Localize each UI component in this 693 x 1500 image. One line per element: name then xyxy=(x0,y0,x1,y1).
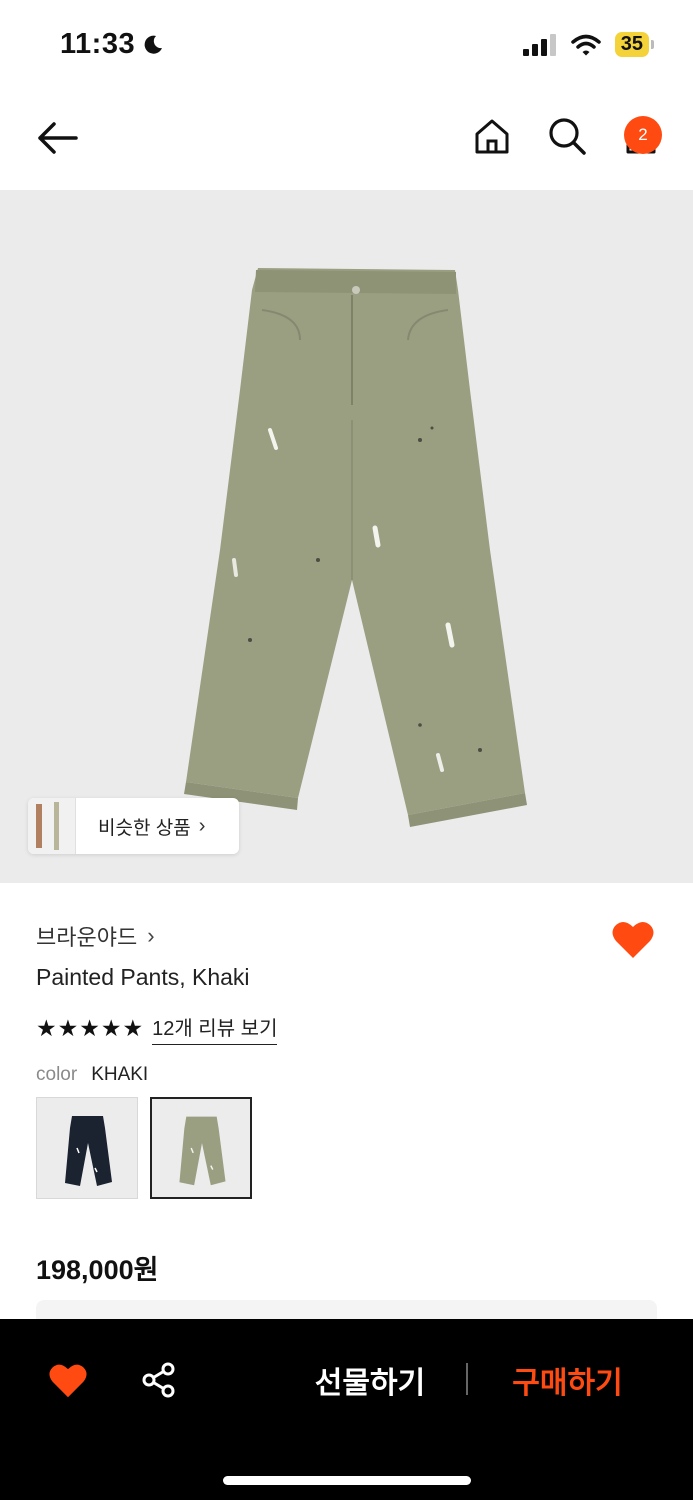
color-swatch-black[interactable] xyxy=(36,1097,138,1199)
bottom-action-bar: 선물하기 구매하기 xyxy=(0,1319,693,1500)
rating-row: ★★★★★ 12개 리뷰 보기 xyxy=(36,1012,278,1045)
share-icon xyxy=(142,1362,175,1398)
black-pants-thumbnail xyxy=(65,1116,112,1186)
chevron-right-icon: › xyxy=(198,814,206,837)
khaki-pants-thumbnail xyxy=(179,1116,226,1186)
chevron-right-icon: › xyxy=(147,923,155,948)
battery-indicator: 35 xyxy=(614,32,655,57)
back-arrow-icon xyxy=(38,122,78,154)
search-icon xyxy=(549,118,586,155)
wishlist-button[interactable] xyxy=(611,918,655,960)
buy-button[interactable]: 구매하기 xyxy=(490,1357,645,1403)
time-text: 11:33 xyxy=(60,28,136,60)
brand-name: 브라운야드 xyxy=(36,925,138,950)
button-divider xyxy=(466,1363,468,1395)
heart-icon xyxy=(612,921,654,958)
share-button[interactable] xyxy=(140,1361,178,1399)
back-button[interactable] xyxy=(32,116,82,160)
view-reviews-link[interactable]: 12개 리뷰 보기 xyxy=(152,1012,278,1045)
status-indicators: 35 xyxy=(522,32,655,57)
star-rating: ★★★★★ xyxy=(36,1015,145,1041)
status-bar: 11:33 35 xyxy=(0,0,693,92)
wifi-icon xyxy=(571,34,601,55)
selected-color-value: KHAKI xyxy=(91,1064,149,1085)
similar-product-thumbnail xyxy=(28,798,76,854)
brand-link[interactable]: 브라운야드 › xyxy=(36,920,155,952)
product-price: 198,000원 xyxy=(36,1255,159,1285)
top-nav-bar: 2 xyxy=(0,92,693,190)
cellular-signal-icon xyxy=(522,33,556,56)
product-image[interactable]: 비슷한 상품 › xyxy=(0,190,693,883)
search-button[interactable] xyxy=(545,114,589,158)
gift-button[interactable]: 선물하기 xyxy=(290,1357,450,1403)
heart-icon xyxy=(49,1364,87,1398)
home-button[interactable] xyxy=(470,114,514,158)
bottom-wishlist-button[interactable] xyxy=(48,1361,88,1399)
color-label: color xyxy=(36,1064,78,1085)
pants-photo xyxy=(184,268,527,827)
color-option-row: color KHAKI xyxy=(36,1064,148,1086)
cart-button[interactable]: 2 xyxy=(618,114,678,158)
similar-products-label: 비슷한 상품 xyxy=(98,817,191,839)
home-indicator xyxy=(223,1476,471,1485)
cart-count-badge: 2 xyxy=(624,116,662,154)
status-time: 11:33 xyxy=(60,28,165,61)
color-swatch-khaki[interactable] xyxy=(150,1097,252,1199)
product-name: Painted Pants, Khaki xyxy=(36,964,250,990)
moon-icon xyxy=(144,35,163,54)
similar-products-button[interactable]: 비슷한 상품 › xyxy=(28,798,239,854)
home-icon xyxy=(475,119,509,154)
